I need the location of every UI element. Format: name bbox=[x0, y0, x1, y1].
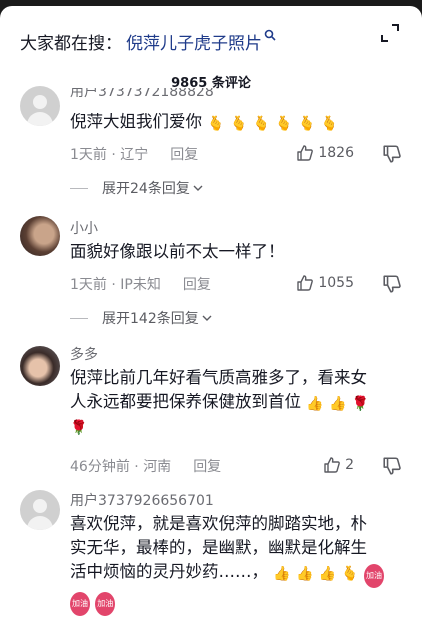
finger-heart-emoji: 🫰 bbox=[207, 116, 225, 132]
comment-text-line: 喜欢倪萍，就是喜欢倪萍的脚踏实地，朴 bbox=[70, 514, 367, 533]
divider-line bbox=[70, 187, 88, 189]
thumbs-up-emoji: 👍 bbox=[295, 566, 314, 582]
fullscreen-icon[interactable] bbox=[380, 23, 400, 43]
finger-heart-emoji: 🫰 bbox=[275, 116, 293, 132]
cheer-sticker: 加油 bbox=[70, 592, 90, 616]
thumbs-down-icon[interactable] bbox=[382, 456, 402, 476]
like-button[interactable]: 1055 bbox=[296, 274, 354, 292]
cheer-sticker: 加油 bbox=[95, 592, 116, 616]
thumbs-up-icon bbox=[297, 145, 314, 161]
finger-heart-emoji: 🫰 bbox=[320, 116, 339, 132]
comment-time-location: 1天前 · IP未知 bbox=[70, 277, 161, 293]
comment-text-line: 倪萍比前几年好看气质高雅多了，看来女 bbox=[70, 368, 367, 387]
thumbs-up-emoji: 👍 bbox=[306, 396, 324, 412]
search-term-link[interactable]: 倪萍儿子虎子照片 bbox=[126, 29, 262, 54]
thumbs-up-icon bbox=[297, 275, 314, 291]
chevron-down-icon bbox=[202, 315, 212, 321]
comment-meta: 1天前 · IP未知 回复 bbox=[70, 274, 211, 294]
divider-line bbox=[70, 317, 88, 319]
finger-heart-emoji: 🫰 bbox=[298, 116, 316, 132]
chevron-down-icon bbox=[193, 185, 203, 191]
avatar[interactable] bbox=[20, 86, 60, 126]
comment-text-line: 人永远都要把保养保健放到首位 👍 👍 🌹 bbox=[70, 392, 370, 412]
comment-text-line: 加油 加油 bbox=[70, 588, 400, 616]
finger-heart-emoji: 🫰 bbox=[341, 566, 359, 582]
reply-button[interactable]: 回复 bbox=[193, 456, 221, 476]
comment-text-line: 实无华，最棒的，是幽默，幽默是化解生 bbox=[70, 538, 367, 557]
like-count: 1055 bbox=[318, 275, 354, 291]
finger-heart-emoji: 🫰 bbox=[252, 116, 271, 132]
thumbs-up-emoji: 👍 bbox=[328, 396, 347, 412]
username[interactable]: 用户3737926656701 bbox=[70, 490, 214, 510]
like-button[interactable]: 1826 bbox=[296, 144, 354, 162]
like-button[interactable]: 2 bbox=[323, 456, 354, 474]
comment-meta: 46分钟前 · 河南 回复 bbox=[70, 456, 221, 476]
comment-text-body: 倪萍大姐我们爱你 bbox=[70, 112, 202, 131]
cheer-sticker: 加油 bbox=[364, 564, 384, 588]
comment-text-line: 🌹 bbox=[70, 414, 400, 438]
avatar[interactable] bbox=[20, 346, 60, 386]
expand-replies-button[interactable]: 展开24条回复 bbox=[70, 178, 204, 198]
comment-text: 面貌好像跟以前不太一样了！ bbox=[70, 242, 285, 261]
comment-text: 喜欢倪萍，就是喜欢倪萍的脚踏实地，朴 实无华，最棒的，是幽默，幽默是化解生 活中… bbox=[70, 512, 400, 616]
comment-sheet: 大家都在搜： 倪萍儿子虎子照片 9865 条评论 用户3737372188828… bbox=[0, 6, 422, 640]
comment-meta: 1天前 · 辽宁 回复 bbox=[70, 144, 198, 164]
avatar[interactable] bbox=[20, 216, 60, 256]
expand-replies-label: 展开142条回复 bbox=[102, 311, 199, 327]
thumbs-up-icon bbox=[324, 457, 340, 473]
username[interactable]: 多多 bbox=[70, 344, 98, 364]
comment-text: 倪萍比前几年好看气质高雅多了，看来女 人永远都要把保养保健放到首位 👍 👍 🌹 … bbox=[70, 366, 400, 438]
avatar[interactable] bbox=[20, 490, 60, 530]
comment-time-location: 46分钟前 · 河南 bbox=[70, 459, 172, 475]
username[interactable]: 小小 bbox=[70, 218, 98, 238]
comment-time-location: 1天前 · 辽宁 bbox=[70, 147, 149, 163]
comment-text: 倪萍大姐我们爱你 🫰 🫰 🫰 🫰 🫰 🫰 bbox=[70, 110, 400, 134]
comment-text-line: 活中烦恼的灵丹妙药……， 👍 👍 👍 🫰 加油 bbox=[70, 560, 400, 588]
thumbs-up-emoji: 👍 bbox=[273, 566, 291, 582]
search-icon bbox=[264, 29, 276, 41]
search-suggestion[interactable]: 大家都在搜： 倪萍儿子虎子照片 bbox=[20, 26, 276, 56]
search-prefix: 大家都在搜： bbox=[20, 33, 122, 54]
expand-replies-label: 展开24条回复 bbox=[102, 181, 190, 197]
username[interactable]: 用户3737372188828 bbox=[70, 88, 214, 100]
reply-button[interactable]: 回复 bbox=[170, 144, 198, 164]
thumbs-up-emoji: 👍 bbox=[318, 566, 337, 582]
like-count: 2 bbox=[345, 457, 354, 473]
rose-emoji: 🌹 bbox=[70, 420, 88, 436]
thumbs-down-icon[interactable] bbox=[382, 274, 402, 294]
expand-replies-button[interactable]: 展开142条回复 bbox=[70, 308, 213, 328]
thumbs-down-icon[interactable] bbox=[382, 144, 402, 164]
reply-button[interactable]: 回复 bbox=[183, 274, 211, 294]
finger-heart-emoji: 🫰 bbox=[229, 116, 248, 132]
like-count: 1826 bbox=[318, 145, 354, 161]
rose-emoji: 🌹 bbox=[351, 396, 370, 412]
